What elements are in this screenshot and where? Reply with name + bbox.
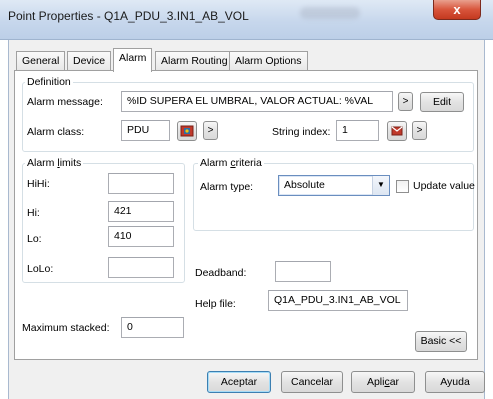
help-file-field[interactable]: Q1A_PDU_3.IN1_AB_VOL — [268, 290, 408, 311]
chevron-down-icon[interactable]: ▼ — [372, 176, 389, 195]
update-value-label: Update value — [413, 180, 475, 192]
apply-button[interactable]: Aplicar — [351, 371, 415, 393]
alarm-class-icon — [180, 125, 194, 137]
update-value-checkbox[interactable] — [396, 180, 409, 193]
lo-label: Lo: — [27, 233, 42, 245]
basic-toggle-button[interactable]: Basic << — [415, 331, 467, 352]
alarm-type-label: Alarm type: — [200, 181, 254, 193]
definition-legend: Definition — [25, 76, 73, 88]
hihi-field[interactable] — [108, 173, 174, 194]
alarm-class-field[interactable]: PDU — [121, 120, 170, 141]
string-index-field[interactable]: 1 — [336, 120, 379, 141]
blurred-title-area — [300, 7, 360, 19]
lolo-label: LoLo: — [27, 263, 54, 275]
alarm-criteria-group — [193, 163, 474, 231]
alarm-class-label: Alarm class: — [27, 126, 85, 138]
tab-alarm-routing[interactable]: Alarm Routing — [155, 51, 234, 71]
hi-field[interactable]: 421 — [108, 201, 174, 222]
hi-label: Hi: — [27, 207, 40, 219]
alarm-class-more-button[interactable]: > — [203, 121, 218, 140]
alarm-type-value: Absolute — [284, 179, 325, 191]
hihi-label: HiHi: — [27, 178, 50, 190]
maximum-stacked-field[interactable]: 0 — [121, 317, 184, 338]
tab-general[interactable]: General — [16, 51, 66, 71]
deadband-field[interactable] — [275, 261, 331, 282]
alarm-class-picker-button[interactable] — [177, 121, 197, 141]
string-index-icon — [391, 126, 403, 136]
edit-button[interactable]: Edit — [420, 92, 464, 112]
deadband-label: Deadband: — [195, 267, 247, 279]
alarm-message-field[interactable]: %ID SUPERA EL UMBRAL, VALOR ACTUAL: %VAL — [121, 91, 393, 112]
alarm-limits-legend: Alarm limits — [25, 157, 84, 169]
string-index-picker-button[interactable] — [387, 121, 407, 141]
string-index-label: String index: — [272, 126, 331, 138]
lolo-field[interactable] — [108, 257, 174, 278]
help-button[interactable]: Ayuda — [425, 371, 485, 393]
alarm-message-label: Alarm message: — [27, 96, 103, 108]
alarm-message-more-button[interactable]: > — [398, 92, 413, 111]
maximum-stacked-label: Maximum stacked: — [22, 322, 110, 334]
window-title: Point Properties - Q1A_PDU_3.IN1_AB_VOL — [8, 9, 249, 23]
tab-device[interactable]: Device — [67, 51, 112, 71]
tab-alarm[interactable]: Alarm — [113, 48, 153, 72]
close-button[interactable]: x — [433, 0, 481, 20]
lo-field[interactable]: 410 — [108, 226, 174, 247]
tab-alarm-options[interactable]: Alarm Options — [229, 51, 308, 71]
help-file-label: Help file: — [195, 298, 236, 310]
accept-button[interactable]: Aceptar — [207, 371, 271, 393]
string-index-more-button[interactable]: > — [412, 121, 427, 140]
cancel-button[interactable]: Cancelar — [281, 371, 343, 393]
alarm-criteria-legend: Alarm criteria — [198, 157, 264, 169]
